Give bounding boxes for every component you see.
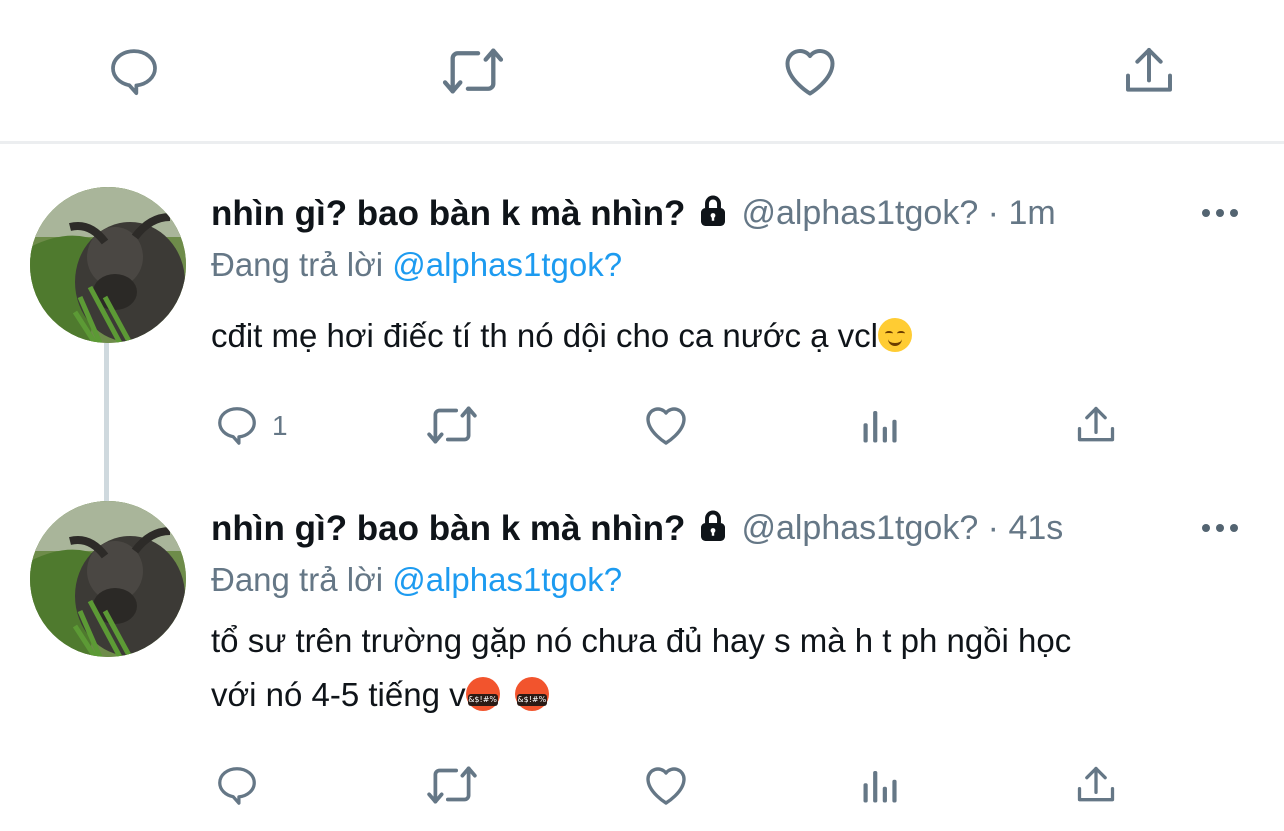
like-icon[interactable] bbox=[780, 43, 840, 99]
tweet-text: cđit mẹ hơi điếc tí th nó dội cho ca nướ… bbox=[211, 309, 913, 363]
tweet-text-line: tổ sư trên trường gặp nó chưa đủ hay s m… bbox=[211, 622, 1072, 659]
tweet-author-row: nhìn gì? bao bàn k mà nhìn? @alphas1tgok… bbox=[211, 193, 1056, 234]
share-icon[interactable] bbox=[1074, 762, 1118, 808]
avatar[interactable] bbox=[30, 187, 186, 343]
display-name[interactable]: nhìn gì? bao bàn k mà nhìn? bbox=[211, 509, 685, 549]
tweet-author-row: nhìn gì? bao bàn k mà nhìn? @alphas1tgok… bbox=[211, 508, 1063, 549]
replying-to: Đang trả lời @alphas1tgok? bbox=[211, 561, 622, 599]
reply-icon[interactable] bbox=[214, 402, 260, 448]
display-name[interactable]: nhìn gì? bao bàn k mà nhìn? bbox=[211, 194, 685, 234]
mention-link[interactable]: @alphas1tgok? bbox=[392, 246, 622, 283]
reply-icon[interactable] bbox=[214, 762, 260, 808]
divider bbox=[0, 141, 1284, 144]
like-icon[interactable] bbox=[642, 402, 690, 448]
retweet-icon[interactable] bbox=[440, 43, 506, 99]
replying-to: Đang trả lời @alphas1tgok? bbox=[211, 246, 622, 284]
lock-icon bbox=[695, 508, 731, 549]
mention-link[interactable]: @alphas1tgok? bbox=[392, 561, 622, 598]
reply-icon[interactable] bbox=[105, 43, 163, 99]
analytics-icon[interactable] bbox=[860, 764, 902, 806]
more-options-icon[interactable] bbox=[1200, 203, 1240, 228]
replying-prefix: Đang trả lời bbox=[211, 561, 393, 598]
analytics-icon[interactable] bbox=[860, 404, 902, 446]
tweet-text: tổ sư trên trường gặp nó chưa đủ hay s m… bbox=[211, 614, 1261, 722]
face-with-symbols-emoji: &$!#% bbox=[514, 677, 549, 711]
face-with-symbols-emoji: &$!#% bbox=[465, 677, 500, 711]
share-icon[interactable] bbox=[1074, 402, 1118, 448]
handle-and-timestamp[interactable]: @alphas1tgok? · 1m bbox=[741, 194, 1055, 233]
avatar[interactable] bbox=[30, 501, 186, 657]
tweet-text-content: với nó 4-5 tiếng v bbox=[211, 676, 466, 713]
more-options-icon[interactable] bbox=[1200, 518, 1240, 543]
tweet-text-line: với nó 4-5 tiếng v &$!#% &$!#% bbox=[211, 668, 1261, 722]
share-icon[interactable] bbox=[1120, 43, 1178, 99]
retweet-icon[interactable] bbox=[425, 762, 479, 808]
replying-prefix: Đang trả lời bbox=[211, 246, 393, 283]
reply-count: 1 bbox=[272, 410, 288, 441]
retweet-icon[interactable] bbox=[425, 402, 479, 448]
relieved-face-emoji bbox=[878, 318, 913, 352]
thread-connector-line bbox=[104, 343, 109, 501]
like-icon[interactable] bbox=[642, 762, 690, 808]
handle-and-timestamp[interactable]: @alphas1tgok? · 41s bbox=[741, 509, 1063, 548]
lock-icon bbox=[695, 193, 731, 234]
tweet-text-content: cđit mẹ hơi điếc tí th nó dội cho ca nướ… bbox=[211, 317, 879, 354]
